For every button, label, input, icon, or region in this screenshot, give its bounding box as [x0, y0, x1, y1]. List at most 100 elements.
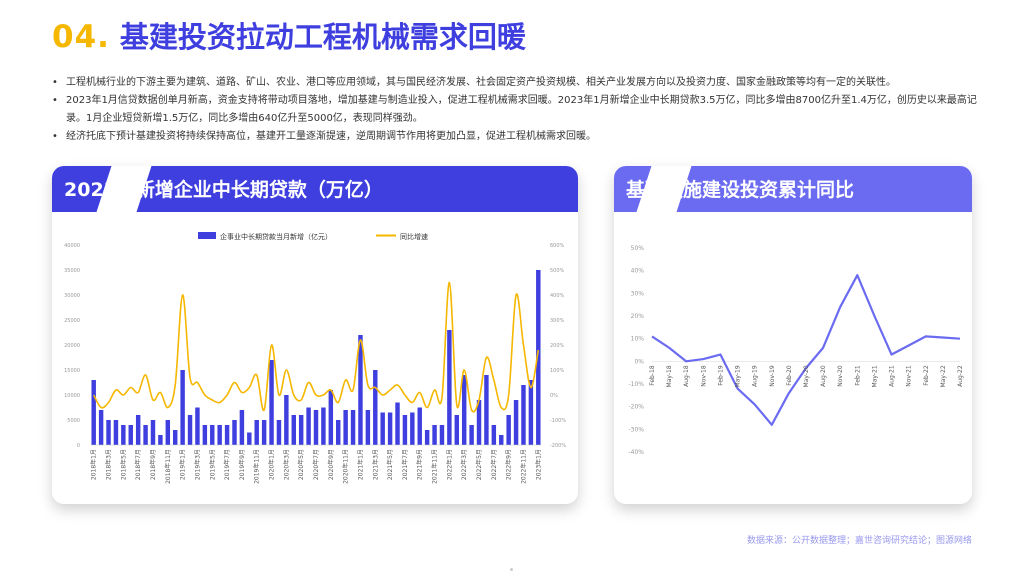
data-bar [158, 435, 163, 445]
x-tick-label: May-20 [803, 365, 810, 387]
data-bar [254, 420, 259, 445]
x-tick-label: 2019年1月 [179, 449, 187, 480]
data-bar [432, 425, 437, 445]
x-tick-label: Aug-22 [957, 365, 964, 387]
data-bar [165, 420, 171, 445]
y2-tick-label: 0% [550, 393, 558, 399]
y-tick-label: 30000 [64, 293, 80, 299]
x-tick-label: Feb-20 [786, 365, 793, 386]
bullet-list: 工程机械行业的下游主要为建筑、道路、矿山、农业、港口等应用领域，其与国民经济发展… [52, 74, 982, 146]
data-bar [365, 410, 371, 445]
data-bar [447, 330, 452, 445]
data-bar [217, 425, 222, 445]
data-bar [306, 407, 311, 445]
y-tick-label: -10% [628, 381, 644, 388]
data-bar [343, 410, 348, 445]
data-bar [328, 390, 334, 445]
x-tick-label: Aug-20 [820, 365, 827, 387]
section-number: 04. [52, 19, 110, 55]
x-tick-label: May-19 [735, 365, 742, 387]
data-bar [239, 410, 245, 445]
data-bar [128, 425, 133, 445]
x-tick-label: 2022年1月 [445, 449, 453, 480]
x-tick-label: 2022年5月 [475, 449, 483, 480]
card-header: 基础设施建设投资累计同比 [614, 166, 972, 212]
infra-chart: -40% -30% -20% -10% 0% 10% 20% 30% 40% 50% Feb-18 M… [628, 245, 964, 456]
header-slash-decoration [96, 166, 152, 212]
x-tick-label: Nov-20 [837, 365, 844, 387]
x-tick-label: Feb-19 [717, 365, 724, 386]
data-bar [98, 410, 104, 445]
y-tick-label: 10000 [64, 393, 80, 399]
x-tick-label: 2020年11月 [342, 449, 350, 484]
data-bar [358, 335, 363, 445]
x-tick-label: 2020年9月 [327, 449, 335, 480]
x-tick-label: 2018年11月 [164, 449, 172, 484]
x-tick-label: 2021年7月 [401, 449, 409, 480]
data-bar [513, 400, 519, 445]
legend-line-label: 同比增速 [400, 232, 428, 241]
data-bar [143, 425, 148, 445]
x-tick-label: May-21 [871, 365, 878, 387]
data-bar [276, 420, 282, 445]
page-dot [510, 568, 513, 571]
data-bar [499, 435, 504, 445]
x-tick-label: 2019年5月 [208, 449, 216, 480]
data-bar [491, 425, 497, 445]
data-bar [336, 420, 341, 445]
x-tick-label: 2022年3月 [460, 449, 468, 480]
data-bar [121, 425, 126, 445]
y2-tick-label: 100% [550, 368, 565, 374]
data-bar [180, 370, 185, 445]
data-bar [106, 420, 111, 445]
loan-chart: 0 5000 10000 15000 20000 25000 30000 35000 40000… [64, 232, 566, 484]
x-tick-label: 2020年7月 [312, 449, 320, 480]
x-tick-label: Nov-19 [769, 365, 776, 387]
data-bar [528, 380, 534, 445]
bullet-item: 工程机械行业的下游主要为建筑、道路、矿山、农业、港口等应用领域，其与国民经济发展… [52, 74, 982, 92]
y-tick-label: 35000 [64, 268, 80, 274]
x-tick-label: 2018年5月 [119, 449, 127, 480]
x-tick-label: 2019年7月 [223, 449, 231, 480]
x-tick-label: May-18 [666, 365, 673, 387]
section-title: 基建投资拉动工程机械需求回暖 [119, 20, 526, 54]
y2-tick-label: -200% [550, 443, 566, 449]
x-tick-label: 2021年9月 [416, 449, 424, 480]
growth-line [93, 281, 540, 413]
data-bar [261, 420, 267, 445]
x-tick-label: Nov-21 [906, 365, 913, 387]
x-tick-label: Aug-19 [752, 365, 759, 387]
data-bar [150, 420, 156, 445]
bullet-item: 经济托底下预计基建投资将持续保持高位，基建开工量逐渐提速，逆周期调节作用将更加凸… [52, 128, 982, 146]
x-tick-label: 2020年1月 [268, 449, 276, 480]
infra-growth-line [651, 274, 961, 426]
x-tick-label: 2019年3月 [193, 449, 201, 480]
x-tick-label: 2023年1月 [534, 449, 542, 480]
y-tick-label: -20% [628, 404, 644, 411]
x-tick-label: 2022年9月 [505, 449, 513, 480]
data-bar [469, 425, 474, 445]
y2-tick-label: 400% [550, 293, 565, 299]
data-bar [202, 425, 208, 445]
data-bar [210, 425, 215, 445]
data-bar [521, 385, 526, 445]
x-tick-label: Feb-21 [854, 365, 861, 386]
data-bar [387, 412, 393, 445]
x-tick-label: 2021年1月 [356, 449, 364, 480]
data-bar [113, 420, 119, 445]
y2-tick-label: 300% [550, 318, 565, 324]
y-tick-label: 20000 [64, 343, 80, 349]
data-bar [402, 415, 408, 445]
y-tick-label: 0 [77, 443, 80, 449]
data-bar [461, 375, 467, 445]
y-tick-label: 30% [631, 290, 645, 297]
y2-tick-label: 200% [550, 343, 565, 349]
x-tick-label: 2019年11月 [253, 449, 261, 484]
data-bar [187, 415, 193, 445]
x-tick-label: 2018年3月 [105, 449, 113, 480]
x-tick-label: Feb-22 [923, 365, 930, 386]
data-bar [350, 410, 356, 445]
data-bar [380, 412, 385, 445]
data-bar [224, 425, 230, 445]
x-tick-label: 2019年9月 [238, 449, 246, 480]
